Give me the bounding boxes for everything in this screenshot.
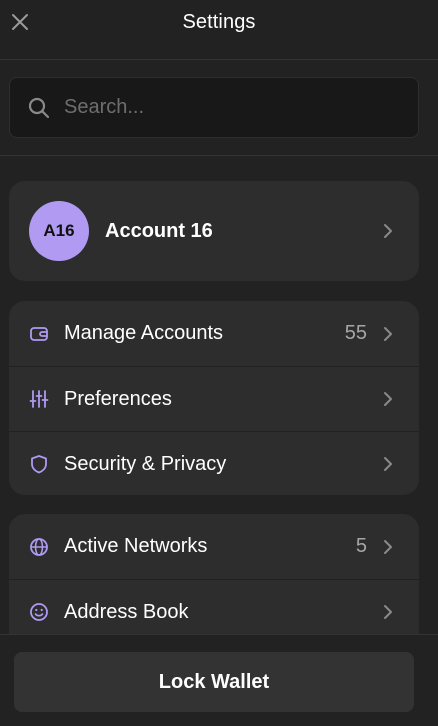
search-divider [0,155,438,156]
close-icon [12,14,28,30]
search-icon [28,97,50,118]
footer: Lock Wallet [0,634,438,726]
account-card[interactable]: A16 Account 16 [9,181,419,281]
menu-item-label: Active Networks [64,535,208,557]
close-button[interactable] [8,10,32,34]
chevron-right-icon [384,457,392,471]
page-title: Settings [182,10,256,33]
globe-icon [29,537,49,557]
sliders-icon [29,389,49,409]
settings-panel: Settings A16 Account 16 Manage Accounts [0,0,438,726]
menu-item-preferences[interactable]: Preferences [9,366,419,431]
avatar: A16 [29,201,89,261]
header: Settings [0,0,438,44]
search-input[interactable] [64,96,384,119]
shield-icon [29,454,49,474]
count-badge: 55 [344,322,367,344]
header-divider [0,59,438,60]
menu-item-active-networks[interactable]: Active Networks 5 [9,514,419,579]
count-badge: 5 [355,535,367,557]
chevron-right-icon [384,224,392,238]
lock-wallet-button[interactable]: Lock Wallet [14,652,414,712]
menu-item-label: Security & Privacy [64,452,227,475]
menu-item-label: Manage Accounts [64,322,223,344]
search-box[interactable] [9,77,419,138]
chevron-right-icon [384,392,392,406]
menu-item-manage-accounts[interactable]: Manage Accounts 55 [9,301,419,366]
settings-group-accounts: Manage Accounts 55 Preferences Security … [9,301,419,495]
menu-item-label: Address Book [64,600,189,623]
chevron-right-icon [384,605,392,619]
wallet-icon [29,324,49,344]
menu-item-label: Preferences [64,387,172,410]
chevron-right-icon [384,539,392,554]
smiley-icon [29,602,49,622]
account-name: Account 16 [105,219,213,242]
chevron-right-icon [384,326,392,341]
menu-item-security-privacy[interactable]: Security & Privacy [9,431,419,495]
